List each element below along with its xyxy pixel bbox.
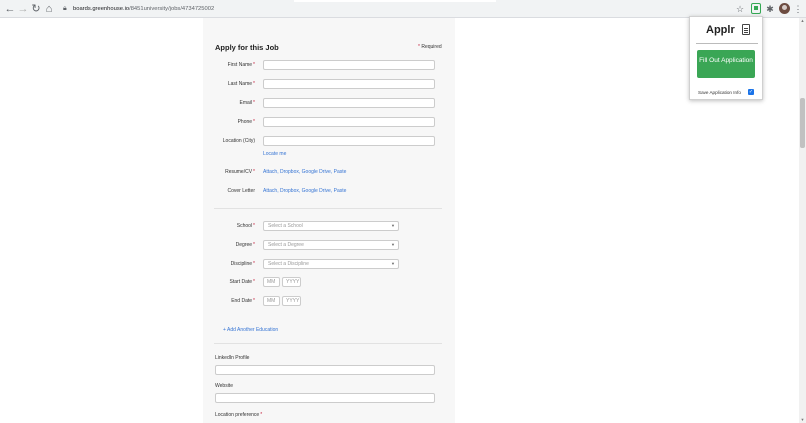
start-year-field[interactable]: YYYY bbox=[282, 277, 301, 287]
end-date-label: End Date* bbox=[231, 298, 255, 304]
cover-paste-link[interactable]: Paste bbox=[334, 188, 347, 194]
first-name-label: First Name* bbox=[227, 62, 255, 68]
menu-icon[interactable]: ⋮ bbox=[792, 3, 804, 15]
school-select[interactable]: Select a School ▼ bbox=[263, 221, 399, 231]
resume-google-drive-link[interactable]: Google Drive bbox=[302, 169, 331, 175]
linkedin-field[interactable] bbox=[215, 365, 435, 375]
back-arrow-icon[interactable]: ← bbox=[4, 3, 16, 15]
cover-attach-link[interactable]: Attach bbox=[263, 188, 277, 194]
website-label: Website bbox=[215, 383, 233, 389]
applr-title: Applr bbox=[706, 24, 735, 36]
end-month-field[interactable]: MM bbox=[263, 296, 280, 306]
website-field[interactable] bbox=[215, 393, 435, 403]
cover-google-drive-link[interactable]: Google Drive bbox=[302, 188, 331, 194]
active-tab-edge bbox=[294, 0, 496, 2]
discipline-select[interactable]: Select a Discipline ▼ bbox=[263, 259, 399, 269]
add-education-link[interactable]: + Add Another Education bbox=[223, 326, 278, 334]
profile-avatar[interactable] bbox=[779, 3, 790, 14]
forward-arrow-icon[interactable]: → bbox=[17, 3, 29, 15]
start-month-field[interactable]: MM bbox=[263, 277, 280, 287]
applr-popup: Applr Fill Out Application Save Applicat… bbox=[689, 16, 763, 100]
document-icon bbox=[742, 24, 750, 35]
end-year-field[interactable]: YYYY bbox=[282, 296, 301, 306]
reload-icon[interactable]: ↻ bbox=[30, 3, 42, 15]
popup-divider bbox=[696, 43, 758, 44]
start-date-label: Start Date* bbox=[229, 279, 255, 285]
save-application-info-checkbox[interactable]: ✓ bbox=[748, 89, 754, 95]
discipline-label: Discipline* bbox=[230, 261, 255, 267]
url-text[interactable]: boards.greenhouse.io/8451university/jobs… bbox=[73, 3, 214, 15]
fill-out-application-button[interactable]: Fill Out Application bbox=[697, 50, 755, 78]
degree-select[interactable]: Select a Degree ▼ bbox=[263, 240, 399, 250]
location-field[interactable] bbox=[263, 136, 435, 146]
form-title: Apply for this Job bbox=[215, 43, 279, 52]
scroll-down-icon[interactable]: ▼ bbox=[800, 418, 805, 422]
scroll-up-icon[interactable]: ▲ bbox=[800, 19, 805, 23]
resume-dropbox-link[interactable]: Dropbox bbox=[280, 169, 299, 175]
location-preference-label: Location preference* bbox=[215, 412, 263, 418]
chevron-down-icon: ▼ bbox=[391, 223, 395, 228]
chevron-down-icon: ▼ bbox=[391, 242, 395, 247]
cover-dropbox-link[interactable]: Dropbox bbox=[280, 188, 299, 194]
first-name-field[interactable] bbox=[263, 60, 435, 70]
save-application-info-label: Save Application Info bbox=[698, 90, 741, 95]
last-name-field[interactable] bbox=[263, 79, 435, 89]
applr-extension-icon[interactable] bbox=[751, 3, 761, 14]
puzzle-icon[interactable]: ✱ bbox=[764, 3, 776, 15]
email-field[interactable] bbox=[263, 98, 435, 108]
last-name-label: Last Name* bbox=[227, 81, 255, 87]
section-divider bbox=[214, 343, 442, 344]
email-label: Email* bbox=[239, 100, 255, 106]
resume-attach-links: Attach, Dropbox, Google Drive, Paste bbox=[263, 169, 347, 175]
page-scrollbar[interactable] bbox=[799, 18, 806, 423]
locate-me-link[interactable]: Locate me bbox=[263, 150, 286, 158]
phone-label: Phone* bbox=[237, 119, 255, 125]
resume-label: Resume/CV* bbox=[225, 169, 255, 175]
resume-attach-link[interactable]: Attach bbox=[263, 169, 277, 175]
phone-field[interactable] bbox=[263, 117, 435, 127]
degree-label: Degree* bbox=[235, 242, 255, 248]
linkedin-label: LinkedIn Profile bbox=[215, 355, 250, 361]
required-note: * Required bbox=[418, 44, 442, 50]
star-icon[interactable]: ☆ bbox=[734, 3, 746, 15]
school-label: School* bbox=[236, 223, 255, 229]
location-label: Location (City) bbox=[222, 138, 255, 144]
resume-paste-link[interactable]: Paste bbox=[334, 169, 347, 175]
cover-letter-label: Cover Letter bbox=[227, 188, 255, 194]
chevron-down-icon: ▼ bbox=[391, 261, 395, 266]
lock-icon[interactable]: 🔒︎ bbox=[63, 4, 69, 13]
home-icon[interactable]: ⌂ bbox=[43, 3, 55, 15]
cover-letter-attach-links: Attach, Dropbox, Google Drive, Paste bbox=[263, 188, 347, 194]
section-divider bbox=[214, 208, 442, 209]
scrollbar-thumb[interactable] bbox=[800, 98, 805, 148]
